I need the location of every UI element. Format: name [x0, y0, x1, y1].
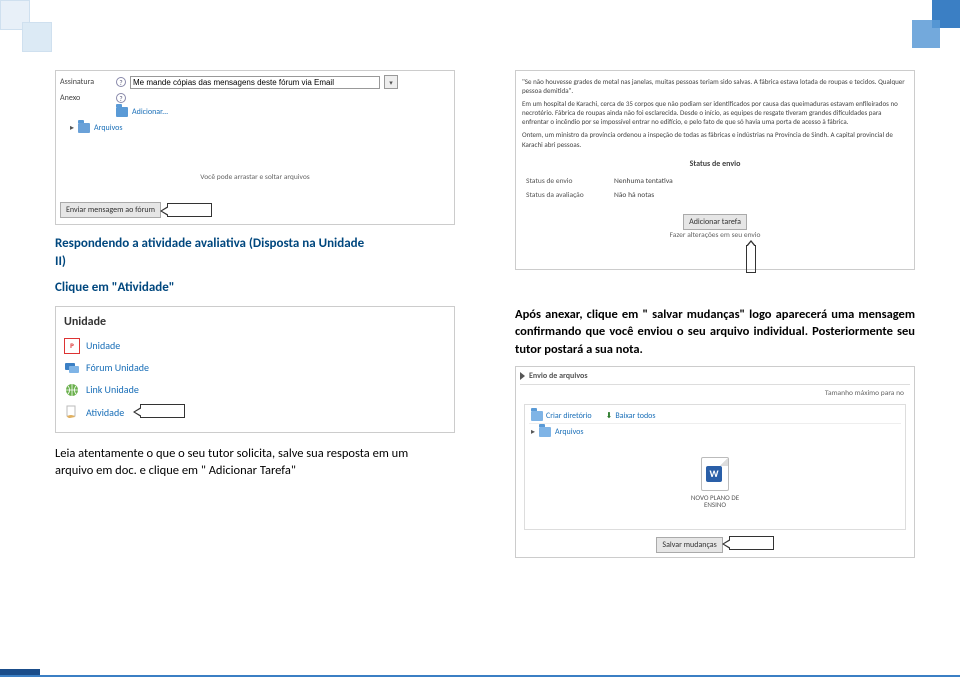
file-thumbnail[interactable]: W NOVO PLANO DE ENSINO — [529, 440, 901, 525]
arquivos-label: Arquivos — [94, 123, 122, 133]
enviar-forum-button[interactable]: Enviar mensagem ao fórum — [60, 202, 161, 218]
globe-icon — [64, 382, 80, 398]
dropzone-note: Você pode arrastar e soltar arquivos — [60, 173, 450, 182]
right-caption: Após anexar, clique em " salvar mudanças… — [515, 306, 915, 359]
pointer-arrow-left-icon — [140, 404, 185, 418]
unidade-panel: Unidade P Unidade Fórum Unidade Link Uni… — [55, 306, 455, 433]
unidade-item-label: Atividade — [86, 406, 124, 419]
word-doc-icon: W — [701, 457, 729, 491]
paragraph: Em um hospital de Karachi, cerca de 35 c… — [522, 99, 908, 126]
expand-icon[interactable]: ▸ — [70, 123, 74, 133]
unidade-item-label: Fórum Unidade — [86, 361, 149, 374]
criar-diretorio-link[interactable]: Criar diretório — [531, 411, 592, 421]
folder-icon — [539, 427, 551, 437]
forum-icon — [64, 360, 80, 376]
folder-plus-icon — [531, 411, 543, 421]
help-icon[interactable]: ? — [116, 93, 126, 103]
folder-icon — [78, 123, 90, 133]
folder-icon — [116, 107, 128, 117]
collapse-icon[interactable] — [520, 372, 525, 380]
unidade-item-label: Unidade — [86, 339, 120, 352]
baixar-todos-link[interactable]: ⬇ Baixar todos — [606, 411, 656, 421]
unidade-item-label: Link Unidade — [86, 383, 139, 396]
assinatura-label: Assinatura — [60, 77, 112, 87]
help-icon[interactable]: ? — [116, 77, 126, 87]
section-subtitle: Clique em "Atividade" — [55, 279, 455, 297]
instruction-text: Leia atentamente o que o seu tutor solic… — [55, 445, 455, 480]
status-header: Status de envio — [522, 159, 908, 169]
max-size-note: Tamanho máximo para no — [825, 389, 904, 398]
envio-header: Envio de arquivos — [529, 371, 588, 381]
unidade-heading: Unidade — [64, 315, 446, 329]
forum-post-panel: Assinatura ? ▾ Anexo ? Adicionar... ▸ Ar… — [55, 70, 455, 225]
link-unidade-item[interactable]: Link Unidade — [64, 379, 446, 401]
salvar-mudancas-button[interactable]: Salvar mudanças — [656, 537, 722, 553]
status-row: Status da avaliação Não há notas — [522, 189, 908, 203]
quote-text: "Se não houvesse grades de metal nas jan… — [522, 77, 908, 95]
unidade-item[interactable]: P Unidade — [64, 335, 446, 357]
footer-rule — [0, 675, 960, 677]
atividade-item[interactable]: Atividade — [64, 401, 446, 424]
download-icon: ⬇ — [606, 411, 613, 421]
adicionar-link[interactable]: Adicionar... — [132, 107, 168, 117]
pointer-arrow-left-icon — [167, 203, 212, 217]
adicionar-tarefa-button[interactable]: Adicionar tarefa — [683, 214, 747, 230]
status-row: Status de envio Nenhuma tentativa — [522, 175, 908, 189]
section-title: Respondendo a atividade avaliativa (Disp… — [55, 235, 455, 271]
hand-file-icon — [64, 404, 80, 420]
dropdown-caret-icon[interactable]: ▾ — [384, 75, 398, 89]
status-value: Não há notas — [614, 191, 654, 201]
status-label: Status da avaliação — [526, 191, 596, 201]
tarefa-status-panel: "Se não houvesse grades de metal nas jan… — [515, 70, 915, 270]
assinatura-select[interactable] — [130, 76, 380, 89]
expand-icon[interactable]: ▸ — [531, 427, 535, 437]
pointer-arrow-left-icon — [729, 536, 774, 550]
status-label: Status de envio — [526, 177, 596, 187]
footer-accent — [0, 669, 40, 675]
envio-arquivos-panel: Envio de arquivos Tamanho máximo para no… — [515, 366, 915, 558]
paragraph: Ontem, um ministro da província ordenou … — [522, 130, 908, 148]
file-name: NOVO PLANO DE ENSINO — [691, 494, 739, 509]
arquivos-label: Arquivos — [555, 427, 583, 437]
alt-envio-text: Fazer alterações em seu envio — [522, 231, 908, 241]
pdf-icon: P — [64, 338, 80, 354]
forum-unidade-item[interactable]: Fórum Unidade — [64, 357, 446, 379]
pointer-arrow-up-icon — [746, 245, 756, 273]
anexo-label: Anexo — [60, 93, 112, 103]
status-value: Nenhuma tentativa — [614, 177, 673, 187]
